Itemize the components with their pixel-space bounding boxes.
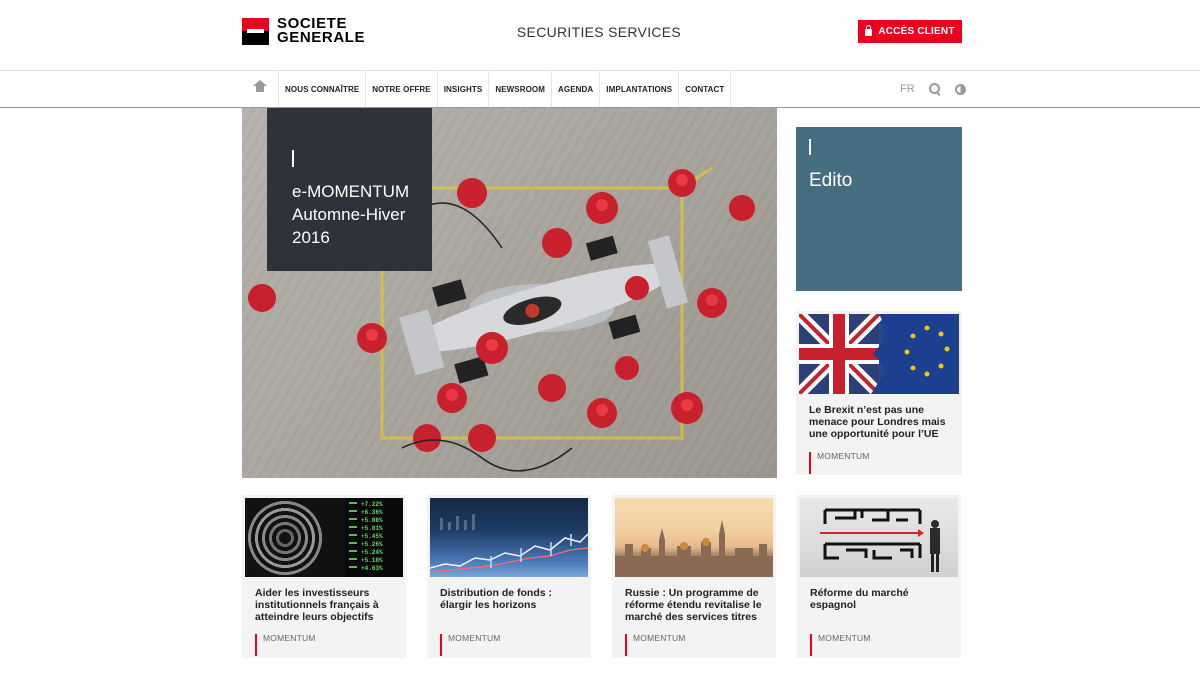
hero-banner[interactable]: e-MOMENTUM Automne-Hiver 2016	[242, 108, 777, 478]
edito-title: Edito	[809, 170, 853, 191]
card-title: Distribution de fonds : élargir les hori…	[440, 587, 552, 611]
hero-title-line-3: 2016	[292, 228, 330, 247]
ticker-value: +7.22%	[361, 501, 383, 508]
ticker-value: +5.81%	[361, 525, 383, 532]
lock-icon	[865, 25, 873, 36]
contrast-icon[interactable]	[954, 83, 966, 95]
card-tag: MOMENTUM	[809, 452, 870, 474]
home-icon	[253, 80, 267, 94]
nav-item-implantations[interactable]: IMPLANTATIONS	[600, 71, 680, 107]
search-icon[interactable]	[928, 83, 941, 95]
client-access-button[interactable]: ACCÈS CLIENT	[858, 20, 962, 43]
logo-line-2: GENERALE	[277, 29, 366, 46]
article-card-distribution[interactable]: Distribution de fonds : élargir les hori…	[427, 495, 591, 658]
nav-item-newsroom[interactable]: NEWSROOM	[489, 71, 553, 107]
article-card-investisseurs[interactable]: +7.22% +6.36% +5.88% +5.81% +5.45% +5.26…	[242, 495, 406, 658]
hero-title-line-1: e-MOMENTUM	[292, 182, 410, 201]
ticker-value: +5.26%	[361, 541, 383, 548]
nav-item-contact[interactable]: CONTACT	[679, 71, 732, 107]
brexit-flags-image	[799, 314, 959, 394]
maze-image	[800, 498, 958, 577]
logo-mark-icon	[242, 17, 269, 45]
ticker-value: +4.63%	[361, 565, 383, 572]
main-navigation: NOUS CONNAÎTRE NOTRE OFFRE INSIGHTS NEWS…	[0, 71, 1200, 108]
home-button[interactable]	[242, 71, 279, 107]
card-tag: MOMENTUM	[440, 634, 501, 656]
market-chart-image	[430, 498, 588, 577]
ticker-value: +5.24%	[361, 549, 383, 556]
card-tag: MOMENTUM	[810, 634, 871, 656]
article-card-brexit[interactable]: Le Brexit n’est pas une menace pour Lond…	[796, 311, 962, 475]
target-ticker-image: +7.22% +6.36% +5.88% +5.81% +5.45% +5.26…	[245, 498, 403, 577]
nav-item-nous-connaitre[interactable]: NOUS CONNAÎTRE	[279, 71, 367, 107]
nav-item-agenda[interactable]: AGENDA	[552, 71, 601, 107]
service-title: SECURITIES SERVICES	[516, 24, 682, 40]
card-title: Réforme du marché espagnol	[810, 587, 909, 611]
card-title: Russie : Un programme de réforme étendu …	[625, 587, 762, 623]
article-card-espagnol[interactable]: Réforme du marché espagnol MOMENTUM	[797, 495, 961, 658]
ticker-value: +5.45%	[361, 533, 383, 540]
ticker-value: +5.18%	[361, 557, 383, 564]
article-card-russie[interactable]: Russie : Un programme de réforme étendu …	[612, 495, 776, 658]
hero-title-line-2: Automne-Hiver	[292, 205, 406, 224]
societe-generale-logo[interactable]: SOCIETE GENERALE	[242, 16, 382, 46]
card-title: Le Brexit n’est pas une menace pour Lond…	[809, 404, 946, 440]
hero-title: e-MOMENTUM Automne-Hiver 2016	[292, 180, 409, 249]
card-tag: MOMENTUM	[625, 634, 686, 656]
hero-tick	[292, 150, 294, 167]
client-access-label: ACCÈS CLIENT	[878, 26, 955, 37]
moscow-skyline-image	[615, 498, 773, 577]
nav-item-notre-offre[interactable]: NOTRE OFFRE	[366, 71, 438, 107]
card-tag: MOMENTUM	[255, 634, 316, 656]
edito-tick	[809, 139, 811, 155]
site-header: SOCIETE GENERALE SECURITIES SERVICES ACC…	[0, 0, 1200, 71]
language-switch[interactable]: FR	[900, 83, 915, 95]
card-title: Aider les investisseurs institutionnels …	[255, 587, 379, 623]
ticker-value: +5.88%	[361, 517, 383, 524]
logo-text: SOCIETE GENERALE	[277, 16, 366, 46]
ticker-value: +6.36%	[361, 509, 383, 516]
edito-tile[interactable]: Edito	[796, 127, 962, 291]
hero-caption-box: e-MOMENTUM Automne-Hiver 2016	[267, 108, 432, 271]
nav-item-insights[interactable]: INSIGHTS	[438, 71, 490, 107]
